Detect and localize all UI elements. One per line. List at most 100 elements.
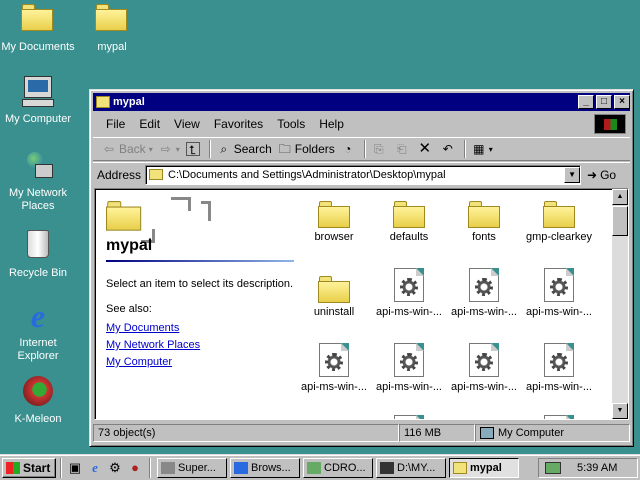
folder-icon <box>295 191 373 228</box>
desktop-icon-my-documents[interactable]: My Documents <box>0 4 76 54</box>
start-button[interactable]: Start <box>2 457 56 478</box>
scroll-up-button[interactable]: ▲ <box>612 189 628 205</box>
internet-explorer-icon: e <box>30 298 46 334</box>
taskbar-button[interactable]: D:\MY... <box>376 457 446 478</box>
folders-button[interactable]: 🗀 Folders <box>275 139 338 159</box>
link-my-computer[interactable]: My Computer <box>106 354 200 371</box>
close-button[interactable]: × <box>614 95 630 109</box>
history-button[interactable]: ◔ <box>338 139 361 159</box>
taskbar-button[interactable]: Super... <box>157 457 227 478</box>
folder-icon <box>96 96 110 108</box>
menu-edit[interactable]: Edit <box>132 117 167 131</box>
desktop-icon-network-places[interactable]: My Network Places <box>0 150 76 213</box>
go-button[interactable]: ➜ Go <box>587 168 616 182</box>
minimize-button[interactable]: _ <box>578 95 594 109</box>
file-item-dll[interactable]: api-ms-win-... <box>445 266 523 318</box>
status-bar: 73 object(s) 116 MB My Computer <box>93 424 630 444</box>
back-button[interactable]: ⇦ Back ▾ <box>99 139 156 159</box>
file-item-gmp-clearkey[interactable]: gmp-clearkey <box>520 191 598 243</box>
link-my-network-places[interactable]: My Network Places <box>106 337 200 354</box>
menu-favorites[interactable]: Favorites <box>207 117 270 131</box>
app-icon <box>380 461 394 474</box>
network-places-icon <box>21 150 55 184</box>
delete-button[interactable]: ✕ <box>415 139 438 159</box>
desktop-icon-my-computer[interactable]: My Computer <box>0 76 76 126</box>
see-also-label: See also: <box>106 303 152 315</box>
vertical-scrollbar[interactable]: ▲ ▼ <box>612 189 628 419</box>
copy-to-icon: ⎗ <box>396 142 407 156</box>
system-file-icon <box>520 415 598 419</box>
folder-icon <box>520 191 598 228</box>
internet-explorer-icon[interactable]: e <box>85 458 105 478</box>
search-button[interactable]: ⌕ Search <box>214 139 275 159</box>
taskbar-button[interactable]: CDRO... <box>303 457 373 478</box>
my-documents-icon <box>21 4 55 38</box>
address-dropdown-button[interactable]: ▼ <box>564 166 581 183</box>
taskbar-button[interactable]: Brows... <box>230 457 300 478</box>
folder-icon <box>95 4 129 38</box>
maximize-button[interactable]: □ <box>596 95 612 109</box>
description-text: Select an item to select its description… <box>106 278 294 290</box>
move-to-icon: ⎘ <box>373 142 384 156</box>
views-button[interactable]: ▦ ▾ <box>469 139 496 159</box>
file-item-uninstall[interactable]: uninstall <box>295 266 373 318</box>
menu-file[interactable]: File <box>99 117 132 131</box>
title-divider <box>106 260 294 262</box>
title-bar[interactable]: mypal _ □ × <box>93 93 630 111</box>
clock[interactable]: 5:39 AM <box>577 462 617 474</box>
file-item-dll[interactable]: api-ms-win-... <box>520 341 598 393</box>
file-item-dll[interactable]: api-ms-win-... <box>445 341 523 393</box>
my-computer-icon <box>480 427 494 439</box>
move-to-button[interactable]: ⎘ <box>369 139 392 159</box>
explorer-window: mypal _ □ × File Edit View Favorites Too… <box>89 89 634 447</box>
dropdown-arrow-icon: ▾ <box>175 144 180 154</box>
my-computer-icon <box>21 76 55 110</box>
status-zone: My Computer <box>475 424 630 442</box>
link-my-documents[interactable]: My Documents <box>106 320 200 337</box>
address-input[interactable]: C:\Documents and Settings\Administrator\… <box>145 164 582 185</box>
up-folder-button[interactable]: ⮤ <box>183 139 206 159</box>
toolbar-separator <box>208 140 211 158</box>
folder-icon <box>445 191 523 228</box>
delete-icon: ✕ <box>418 140 432 157</box>
desktop-icon-internet-explorer[interactable]: e Internet Explorer <box>0 300 76 363</box>
network-icon[interactable]: ⚙ <box>105 458 125 478</box>
desktop-icon-mypal[interactable]: mypal <box>74 4 150 54</box>
system-file-icon <box>445 341 523 377</box>
file-item-browser[interactable]: browser <box>295 191 373 243</box>
undo-button[interactable]: ↶ <box>438 139 461 159</box>
tray-app-icon[interactable] <box>545 461 561 474</box>
menu-help[interactable]: Help <box>312 117 351 131</box>
folder-icon <box>295 266 373 303</box>
file-item-dll[interactable]: api-ms-win-... <box>520 266 598 318</box>
menu-bar: File Edit View Favorites Tools Help <box>93 113 630 135</box>
system-file-icon <box>370 415 448 419</box>
forward-button[interactable]: ⇨ ▾ <box>156 139 183 159</box>
taskbar-button-active[interactable]: mypal <box>449 457 519 478</box>
file-item-partial[interactable] <box>370 415 448 419</box>
desktop-icon-k-meleon[interactable]: K-Meleon <box>0 376 76 426</box>
scroll-thumb[interactable] <box>612 206 628 236</box>
address-bar: Address C:\Documents and Settings\Admini… <box>93 162 630 186</box>
show-desktop-icon[interactable]: ▣ <box>65 458 85 478</box>
file-item-dll[interactable]: api-ms-win-... <box>295 341 373 393</box>
folders-icon: 🗀 <box>278 142 291 156</box>
views-icon: ▦ <box>473 142 485 156</box>
windows-flag-icon <box>6 461 20 474</box>
folder-title: mypal <box>106 237 153 254</box>
file-item-fonts[interactable]: fonts <box>445 191 523 243</box>
file-item-partial[interactable] <box>520 415 598 419</box>
k-meleon-icon[interactable]: ● <box>125 458 145 478</box>
menu-tools[interactable]: Tools <box>270 117 312 131</box>
desktop-icon-recycle-bin[interactable]: Recycle Bin <box>0 228 76 280</box>
scroll-down-button[interactable]: ▼ <box>612 403 628 419</box>
status-size: 116 MB <box>399 424 475 442</box>
file-item-dll[interactable]: api-ms-win-... <box>370 266 448 318</box>
copy-to-button[interactable]: ⎗ <box>392 139 415 159</box>
folder-icon <box>370 191 448 228</box>
system-file-icon <box>370 341 448 377</box>
file-item-dll[interactable]: api-ms-win-... <box>370 341 448 393</box>
file-item-defaults[interactable]: defaults <box>370 191 448 243</box>
menu-view[interactable]: View <box>167 117 207 131</box>
standard-toolbar: ⇦ Back ▾ ⇨ ▾ ⮤ ⌕ Search 🗀 Folders ◔ ⎘ ⎗ <box>93 137 630 161</box>
